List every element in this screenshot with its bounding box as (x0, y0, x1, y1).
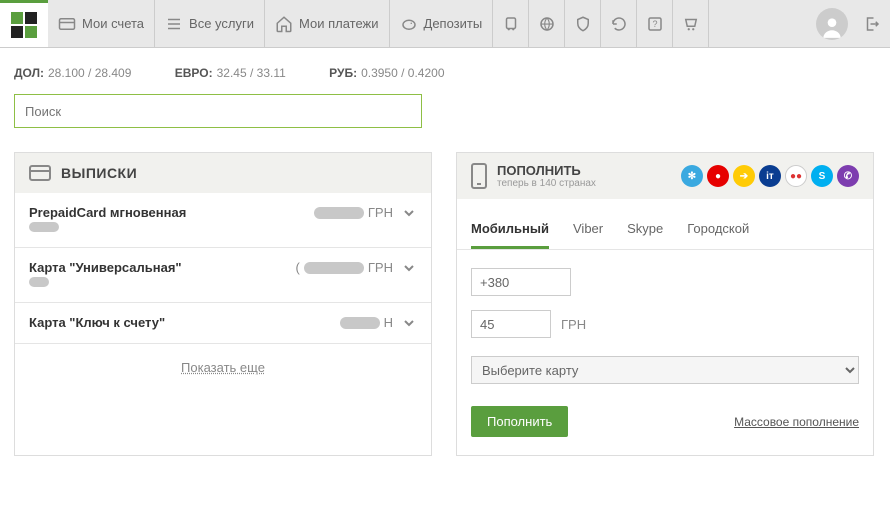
card-select[interactable]: Выберите карту (471, 356, 859, 384)
topup-button[interactable]: Пополнить (471, 406, 568, 437)
redacted (29, 222, 59, 232)
tab-viber[interactable]: Viber (573, 207, 603, 249)
account-name: Карта "Ключ к счету" (29, 315, 340, 330)
nav-refresh-icon[interactable] (601, 0, 637, 47)
currency-rates: ДОЛ:28.100 / 28.409 ЕВРО:32.45 / 33.11 Р… (0, 48, 890, 94)
svg-text:?: ? (652, 19, 657, 29)
operator-kyivstar-icon[interactable]: ✻ (681, 165, 703, 187)
nav-transport-icon[interactable] (493, 0, 529, 47)
account-row[interactable]: PrepaidCard мгновенная ГРН (15, 193, 431, 248)
operator-skype-icon[interactable]: S (811, 165, 833, 187)
logout-button[interactable] (854, 0, 890, 47)
phone-icon (471, 163, 487, 189)
card-icon (29, 165, 51, 181)
card-icon (58, 15, 76, 33)
account-name: PrepaidCard мгновенная (29, 205, 314, 220)
mass-topup-link[interactable]: Массовое пополнение (734, 415, 859, 429)
chevron-down-icon[interactable] (401, 315, 417, 331)
nav-cart-icon[interactable] (673, 0, 709, 47)
operator-lifecell-icon[interactable]: ➔ (733, 165, 755, 187)
amount-currency: ГРН (561, 317, 586, 332)
panel-title: ПОПОЛНИТЬ (497, 163, 596, 178)
list-icon (165, 15, 183, 33)
panel-subtitle: теперь в 140 странах (497, 178, 596, 189)
nav-globe-icon[interactable] (529, 0, 565, 47)
redacted (314, 207, 364, 219)
phone-input[interactable] (471, 268, 571, 296)
account-row[interactable]: Карта "Универсальная" (ГРН (15, 248, 431, 303)
nav-label: Депозиты (424, 16, 483, 31)
nav-label: Все услуги (189, 16, 254, 31)
nav-shield-icon[interactable] (565, 0, 601, 47)
show-more-link[interactable]: Показать еще (15, 344, 431, 391)
redacted (304, 262, 364, 274)
topup-panel: ПОПОЛНИТЬ теперь в 140 странах ✻●➔iт●●S✆… (456, 152, 874, 456)
panel-title: ВЫПИСКИ (61, 165, 137, 181)
nav-accounts[interactable]: Мои счета (48, 0, 155, 47)
operator-vodafone-icon[interactable]: ● (707, 165, 729, 187)
house-icon (275, 15, 293, 33)
tab-skype[interactable]: Skype (627, 207, 663, 249)
redacted (340, 317, 380, 329)
operator-peoplenet-icon[interactable]: ●● (785, 165, 807, 187)
tab-mobile[interactable]: Мобильный (471, 207, 549, 249)
logo[interactable] (0, 0, 48, 47)
nav-deposits[interactable]: Депозиты (390, 0, 494, 47)
piggy-icon (400, 15, 418, 33)
nav-label: Мои счета (82, 16, 144, 31)
tab-landline[interactable]: Городской (687, 207, 749, 249)
nav-payments[interactable]: Мои платежи (265, 0, 390, 47)
nav-services[interactable]: Все услуги (155, 0, 265, 47)
avatar[interactable] (816, 8, 848, 40)
account-name: Карта "Универсальная" (29, 260, 296, 275)
operator-viber-icon[interactable]: ✆ (837, 165, 859, 187)
chevron-down-icon[interactable] (401, 205, 417, 221)
chevron-down-icon[interactable] (401, 260, 417, 276)
amount-input[interactable] (471, 310, 551, 338)
statements-panel: ВЫПИСКИ PrepaidCard мгновенная ГРН Карта… (14, 152, 432, 456)
account-row[interactable]: Карта "Ключ к счету" Н (15, 303, 431, 344)
nav-label: Мои платежи (299, 16, 379, 31)
operator-intertelecom-icon[interactable]: iт (759, 165, 781, 187)
redacted (29, 277, 49, 287)
nav-help-icon[interactable]: ? (637, 0, 673, 47)
search-input[interactable] (14, 94, 422, 128)
